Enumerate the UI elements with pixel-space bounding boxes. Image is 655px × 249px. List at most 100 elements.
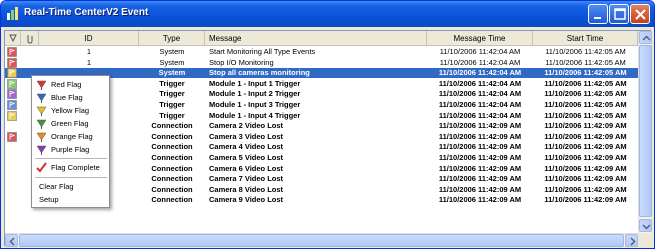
vertical-scroll-thumb[interactable] xyxy=(639,45,652,217)
cell-start-time: 11/10/2006 11:42:05 AM xyxy=(545,57,626,67)
cell-message-time: 11/10/2006 11:42:09 AM xyxy=(438,153,522,162)
flag-icon[interactable] xyxy=(7,47,17,57)
cell-start-time: 11/10/2006 11:42:05 AM xyxy=(544,78,627,88)
menu-item-label: Blue Flag xyxy=(51,93,83,102)
horizontal-scrollbar[interactable] xyxy=(5,233,638,247)
cell-message: Module 1 - Input 4 Trigger xyxy=(209,110,301,120)
cell-message-time: 11/10/2006 11:42:04 AM xyxy=(439,57,521,67)
cell-message: Start Monitoring All Type Events xyxy=(209,47,316,56)
menu-item-flag-complete[interactable]: Flag Complete xyxy=(33,161,109,174)
cell-message-time: 11/10/2006 11:42:04 AM xyxy=(438,78,522,88)
header-start-time[interactable]: Start Time xyxy=(533,31,638,46)
menu-item-label: Flag Complete xyxy=(51,163,100,172)
cell-message-time: 11/10/2006 11:42:04 AM xyxy=(438,110,522,120)
cell-message-time: 11/10/2006 11:42:04 AM xyxy=(438,100,522,109)
table-row[interactable]: 1 System Stop I/O Monitoring 11/10/2006 11:… xyxy=(5,58,638,68)
cell-message: Camera 4 Video Lost xyxy=(209,142,284,152)
cell-message-time: 11/10/2006 11:42:04 AM xyxy=(439,47,521,56)
menu-item-clear-flag[interactable]: Clear Flag xyxy=(33,180,109,193)
header-message-time[interactable]: Message Time xyxy=(427,31,533,46)
header-id[interactable]: ID xyxy=(39,31,139,46)
menu-item-label: Green Flag xyxy=(51,119,89,128)
cell-message: Camera 9 Video Lost xyxy=(209,195,284,205)
close-icon xyxy=(635,9,646,20)
cell-message-time: 11/10/2006 11:42:09 AM xyxy=(438,142,522,152)
scroll-up-button[interactable] xyxy=(639,31,652,44)
cell-type: Connection xyxy=(151,195,193,205)
header-pin-column[interactable] xyxy=(21,31,39,46)
scroll-down-button[interactable] xyxy=(639,219,652,232)
cell-start-time: 11/10/2006 11:42:09 AM xyxy=(544,174,627,184)
menu-item-label: Setup xyxy=(39,195,59,204)
menu-item-orange-flag[interactable]: Orange Flag xyxy=(33,130,109,143)
cell-type: Connection xyxy=(151,131,193,141)
scroll-right-button[interactable] xyxy=(625,234,638,247)
header-type[interactable]: Type xyxy=(139,31,205,46)
cell-type: Connection xyxy=(151,153,193,162)
menu-item-purple-flag[interactable]: Purple Flag xyxy=(33,143,109,156)
menu-item-label: Yellow Flag xyxy=(51,106,90,115)
title-bar[interactable]: Real-Time CenterV2 Event xyxy=(1,1,654,27)
flag-icon xyxy=(36,145,47,155)
flag-icon[interactable] xyxy=(7,89,17,100)
close-button[interactable] xyxy=(630,4,650,24)
flag-icon[interactable] xyxy=(7,131,17,142)
cell-type: Connection xyxy=(151,174,193,184)
cell-message-time: 11/10/2006 11:42:04 AM xyxy=(438,89,522,99)
cell-type: Connection xyxy=(151,184,193,194)
menu-item-label: Purple Flag xyxy=(51,145,90,154)
menu-item-setup[interactable]: Setup xyxy=(33,193,109,206)
cell-type: Trigger xyxy=(159,78,185,88)
cell-message: Module 1 - Input 2 Trigger xyxy=(209,89,301,99)
flag-icon[interactable] xyxy=(7,110,17,121)
flag-icon xyxy=(36,132,47,142)
cell-type: Connection xyxy=(151,121,193,131)
window-title: Real-Time CenterV2 Event xyxy=(24,7,149,18)
flag-icon[interactable] xyxy=(7,100,17,110)
header-flag-column[interactable] xyxy=(5,31,21,46)
chevron-down-icon xyxy=(642,224,651,230)
flag-icon[interactable] xyxy=(7,68,17,78)
header-message[interactable]: Message xyxy=(205,31,427,46)
chevron-left-icon xyxy=(9,237,15,246)
menu-item-green-flag[interactable]: Green Flag xyxy=(33,117,109,130)
flag-icon[interactable] xyxy=(7,78,17,89)
table-row[interactable]: 1 System Start Monitoring All Type Events 1… xyxy=(5,47,638,57)
event-window: Real-Time CenterV2 Event ID Type Message… xyxy=(0,0,655,249)
cell-start-time: 11/10/2006 11:42:09 AM xyxy=(544,142,627,152)
cell-message-time: 11/10/2006 11:42:09 AM xyxy=(438,131,522,141)
cell-start-time: 11/10/2006 11:42:09 AM xyxy=(544,184,627,194)
flag-icon xyxy=(36,80,47,90)
cell-start-time: 11/10/2006 11:42:05 AM xyxy=(544,68,627,78)
cell-message-time: 11/10/2006 11:42:09 AM xyxy=(438,121,522,131)
maximize-button[interactable] xyxy=(609,4,629,24)
flag-icon[interactable] xyxy=(7,57,17,68)
scroll-corner xyxy=(638,233,651,246)
cell-message: Camera 2 Video Lost xyxy=(209,121,284,131)
cell-start-time: 11/10/2006 11:42:09 AM xyxy=(544,131,627,141)
maximize-icon xyxy=(614,8,626,20)
menu-item-yellow-flag[interactable]: Yellow Flag xyxy=(33,104,109,117)
menu-separator xyxy=(35,158,107,159)
menu-item-label: Orange Flag xyxy=(51,132,93,141)
cell-start-time: 11/10/2006 11:42:05 AM xyxy=(544,110,627,120)
flag-context-menu: Red Flag Blue Flag Yellow Flag Green Flag Or… xyxy=(31,75,110,208)
minimize-button[interactable] xyxy=(588,4,608,24)
vertical-scrollbar[interactable] xyxy=(638,31,652,233)
cell-start-time: 11/10/2006 11:42:05 AM xyxy=(544,89,627,99)
cell-message: Camera 5 Video Lost xyxy=(209,153,284,162)
cell-message: Camera 6 Video Lost xyxy=(209,163,284,173)
cell-start-time: 11/10/2006 11:42:09 AM xyxy=(544,153,627,162)
menu-item-red-flag[interactable]: Red Flag xyxy=(33,78,109,91)
cell-start-time: 11/10/2006 11:42:09 AM xyxy=(544,121,627,131)
cell-type: System xyxy=(158,68,186,78)
cell-message: Module 1 - Input 3 Trigger xyxy=(209,100,301,109)
horizontal-scroll-thumb[interactable] xyxy=(19,234,624,247)
chevron-up-icon xyxy=(642,35,651,41)
scroll-left-button[interactable] xyxy=(5,234,18,247)
menu-item-blue-flag[interactable]: Blue Flag xyxy=(33,91,109,104)
cell-message-time: 11/10/2006 11:42:09 AM xyxy=(438,174,522,184)
menu-separator xyxy=(35,177,107,178)
grid-header: ID Type Message Message Time Start Time xyxy=(5,31,638,46)
cell-type: Connection xyxy=(151,142,193,152)
